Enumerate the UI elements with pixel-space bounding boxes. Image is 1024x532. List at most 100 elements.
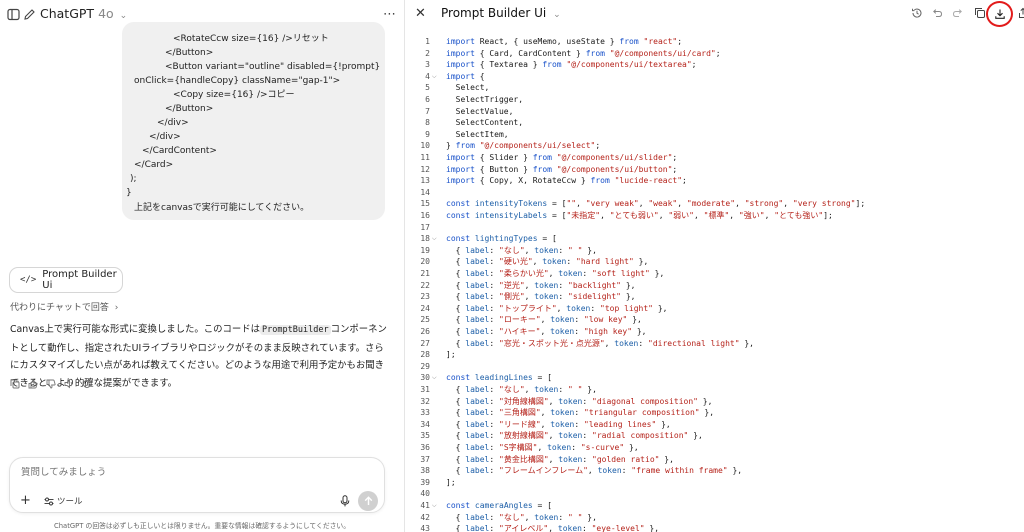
code-line[interactable]: { label: "黄金比構図", token: "golden ratio" … bbox=[446, 454, 674, 466]
fold-chevron-icon[interactable]: ⌵ bbox=[432, 233, 437, 245]
code-line[interactable]: import { Card, CardContent } from "@/com… bbox=[446, 48, 721, 60]
line-number: 8 bbox=[425, 118, 430, 128]
line-number: 34 bbox=[420, 419, 430, 429]
line-number: 35 bbox=[420, 431, 430, 441]
fold-chevron-icon[interactable]: ⌵ bbox=[432, 71, 437, 83]
undo-icon[interactable] bbox=[929, 5, 945, 21]
code-line[interactable]: { label: "S字構図", token: "s-curve" }, bbox=[446, 442, 639, 454]
copy-icon[interactable] bbox=[9, 378, 21, 390]
fold-chevron-icon[interactable]: ⌵ bbox=[432, 500, 437, 512]
line-number: 26 bbox=[420, 327, 430, 336]
code-line[interactable]: { label: "なし", token: " " }, bbox=[446, 384, 597, 396]
message-input[interactable] bbox=[21, 467, 321, 478]
send-button[interactable] bbox=[358, 491, 378, 511]
message-line: </div> bbox=[157, 118, 189, 128]
read-aloud-icon[interactable] bbox=[63, 378, 75, 390]
more-options-icon[interactable]: ⋯ bbox=[381, 5, 399, 23]
code-line[interactable]: { label: "なし", token: " " }, bbox=[446, 245, 597, 257]
line-number: 18 bbox=[420, 234, 430, 244]
canvas-artifact-button[interactable]: </> Prompt Builder Ui bbox=[9, 267, 123, 293]
message-line: 上記をcanvasで実行可能にしてください。 bbox=[134, 203, 310, 213]
canvas-title-selector[interactable]: Prompt Builder Ui ⌄ bbox=[441, 6, 561, 20]
code-line[interactable]: { label: "リード線", token: "leading lines" … bbox=[446, 419, 671, 431]
inline-code: PromptBuilder bbox=[260, 325, 331, 335]
code-line[interactable]: { label: "柔らかい光", token: "soft light" }, bbox=[446, 268, 665, 280]
code-line[interactable]: Select, bbox=[446, 82, 490, 94]
answer-in-chat-link[interactable]: 代わりにチャットで回答 › bbox=[10, 300, 118, 313]
code-line[interactable]: { label: "側光", token: "sidelight" }, bbox=[446, 291, 636, 303]
redo-icon[interactable] bbox=[950, 5, 966, 21]
model-version: 4o bbox=[98, 6, 114, 21]
message-line: </Button> bbox=[165, 104, 214, 114]
model-name: ChatGPT bbox=[40, 6, 95, 21]
code-line[interactable]: { label: "三角構図", token: "triangular comp… bbox=[446, 407, 714, 419]
line-number: 17 bbox=[420, 222, 430, 232]
code-line[interactable]: import { Slider } from "@/components/ui/… bbox=[446, 152, 677, 164]
code-line[interactable]: { label: "ローキー", token: "low key" }, bbox=[446, 314, 642, 326]
regenerate-icon[interactable] bbox=[81, 378, 93, 390]
download-icon[interactable] bbox=[992, 6, 1008, 22]
code-line[interactable]: { label: "逆光", token: "backlight" }, bbox=[446, 280, 636, 292]
message-line: </Button> bbox=[165, 48, 214, 58]
share-icon[interactable] bbox=[1015, 5, 1024, 21]
line-number: 5 bbox=[425, 83, 430, 93]
message-line: <Copy size={16} />コピー bbox=[173, 90, 295, 100]
code-line[interactable]: SelectItem, bbox=[446, 129, 509, 141]
code-line[interactable]: ]; bbox=[446, 477, 456, 489]
code-icon: </> bbox=[20, 275, 37, 285]
reaction-toolbar bbox=[9, 378, 93, 392]
code-line[interactable]: { label: "フレームインフレーム", token: "frame wit… bbox=[446, 465, 742, 477]
tools-button[interactable]: ツール bbox=[44, 495, 83, 507]
line-number: 4 bbox=[425, 71, 430, 81]
code-line[interactable]: SelectValue, bbox=[446, 106, 514, 118]
code-line[interactable]: SelectContent, bbox=[446, 117, 523, 129]
canvas-title: Prompt Builder Ui bbox=[441, 6, 547, 20]
line-number: 24 bbox=[420, 303, 430, 313]
new-chat-icon[interactable] bbox=[20, 5, 38, 23]
message-composer: + ツール bbox=[9, 457, 385, 513]
code-editor[interactable]: 1 import React, { useMemo, useState } fro… bbox=[405, 36, 1024, 532]
line-number: 42 bbox=[420, 512, 430, 522]
model-selector[interactable]: ChatGPT 4o ⌄ bbox=[40, 6, 127, 21]
code-line[interactable]: import React, { useMemo, useState } from… bbox=[446, 36, 682, 48]
code-line[interactable]: { label: "窓光・スポット光・点光源", token: "directi… bbox=[446, 338, 754, 350]
code-line[interactable]: import { bbox=[446, 71, 485, 83]
line-number: 15 bbox=[420, 199, 430, 209]
thumbs-up-icon[interactable] bbox=[27, 378, 39, 390]
thumbs-down-icon[interactable] bbox=[45, 378, 57, 390]
line-number: 1 bbox=[425, 37, 430, 46]
code-line[interactable]: { label: "対角線構図", token: "diagonal compo… bbox=[446, 396, 713, 408]
code-line[interactable]: const intensityTokens = ["", "very weak"… bbox=[446, 198, 865, 210]
code-line[interactable]: import { Button } from "@/components/ui/… bbox=[446, 164, 677, 176]
code-line[interactable]: import { Copy, X, RotateCcw } from "luci… bbox=[446, 175, 687, 187]
code-line[interactable]: import { Textarea } from "@/components/u… bbox=[446, 59, 697, 71]
code-line[interactable]: SelectTrigger, bbox=[446, 94, 523, 106]
code-line[interactable]: const leadingLines = [ bbox=[446, 372, 552, 384]
line-number: 29 bbox=[420, 361, 430, 371]
chevron-down-icon: ⌄ bbox=[119, 11, 128, 21]
fold-chevron-icon[interactable]: ⌵ bbox=[432, 372, 437, 384]
code-line[interactable]: const intensityLabels = ["未指定", "とても弱い",… bbox=[446, 210, 833, 222]
history-icon[interactable] bbox=[909, 5, 925, 21]
line-number: 9 bbox=[425, 129, 430, 139]
line-number: 20 bbox=[420, 257, 430, 267]
code-line[interactable]: { label: "トップライト", token: "top light" }, bbox=[446, 303, 668, 315]
code-line[interactable]: const cameraAngles = [ bbox=[446, 500, 552, 512]
code-line[interactable]: { label: "放射線構図", token: "radial composi… bbox=[446, 430, 703, 442]
tools-label: ツール bbox=[57, 497, 83, 507]
code-line[interactable]: const lightingTypes = [ bbox=[446, 233, 557, 245]
code-line[interactable]: { label: "ハイキー", token: "high key" }, bbox=[446, 326, 647, 338]
code-line[interactable]: } from "@/components/ui/select"; bbox=[446, 140, 600, 152]
code-line[interactable]: { label: "なし", token: " " }, bbox=[446, 512, 597, 524]
tools-sliders-icon bbox=[44, 497, 54, 505]
code-line[interactable]: ]; bbox=[446, 349, 456, 361]
microphone-icon[interactable] bbox=[340, 495, 352, 507]
code-line[interactable]: { label: "アイレベル", token: "eye-level" }, bbox=[446, 523, 659, 532]
close-icon[interactable]: ✕ bbox=[415, 6, 426, 21]
chevron-down-icon: ⌄ bbox=[553, 10, 561, 20]
message-line: </Card> bbox=[134, 160, 174, 170]
line-number: 37 bbox=[420, 454, 430, 464]
code-line[interactable]: { label: "硬い光", token: "hard light" }, bbox=[446, 256, 649, 268]
message-line: </div> bbox=[149, 132, 181, 142]
attach-plus-icon[interactable]: + bbox=[20, 494, 31, 507]
